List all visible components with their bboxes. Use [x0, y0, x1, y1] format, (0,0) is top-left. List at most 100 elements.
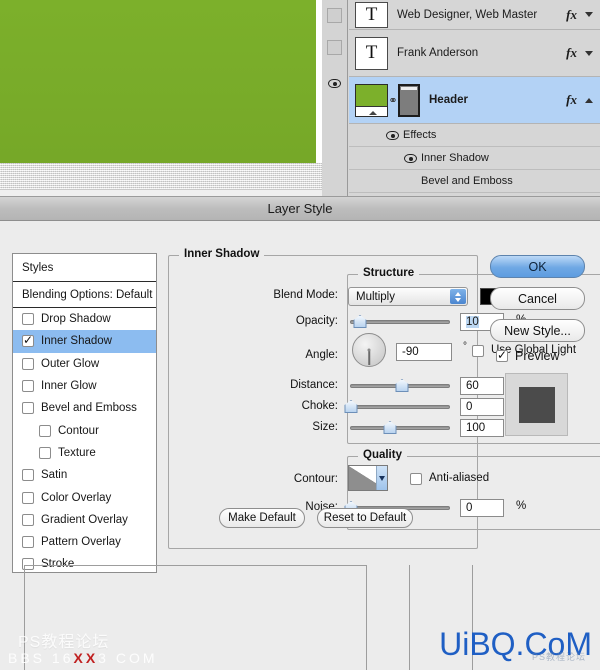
effects-group-label: Effects: [403, 129, 437, 141]
blending-options-item[interactable]: Blending Options: Default: [13, 282, 156, 308]
style-label: Outer Glow: [41, 357, 100, 370]
styles-list-header[interactable]: Styles: [13, 254, 156, 282]
size-slider-thumb[interactable]: [383, 421, 397, 434]
list-item[interactable]: Bevel and Emboss: [349, 170, 600, 193]
chevron-down-icon[interactable]: [585, 12, 593, 17]
choke-slider-track: [350, 405, 450, 409]
style-item-pattern-overlay[interactable]: Pattern Overlay: [13, 531, 156, 553]
style-item-inner-glow[interactable]: Inner Glow: [13, 375, 156, 397]
checkbox-color-overlay[interactable]: [22, 491, 34, 504]
fx-icon[interactable]: fx: [566, 92, 577, 108]
opacity-label-wrap: Opacity:: [238, 315, 338, 327]
distance-label-wrap: Distance:: [238, 379, 338, 391]
effects-group-row[interactable]: Effects: [349, 124, 600, 147]
visibility-toggle-row2[interactable]: [327, 40, 342, 55]
checkbox-bevel-and-emboss[interactable]: [22, 402, 34, 415]
blend-mode-select[interactable]: Multiply: [348, 287, 468, 306]
noise-input[interactable]: 0: [460, 499, 504, 517]
style-item-contour[interactable]: Contour: [13, 419, 156, 441]
effects-visibility-toggle[interactable]: [381, 130, 403, 140]
link-icon[interactable]: ⚭: [388, 94, 398, 107]
choke-slider[interactable]: [344, 400, 450, 414]
choke-slider-thumb[interactable]: [344, 400, 358, 413]
text-layer-thumbnail: T: [355, 36, 388, 70]
layers-panel[interactable]: T Web Designer, Web Master fx T Frank An…: [322, 0, 600, 196]
style-item-inner-shadow[interactable]: Inner Shadow: [13, 330, 156, 353]
checkbox-outer-glow[interactable]: [22, 357, 34, 370]
stepper-arrows-icon[interactable]: [450, 289, 466, 304]
angle-unit: °: [463, 341, 467, 352]
style-label: Contour: [58, 424, 99, 437]
eye-icon: [385, 130, 399, 140]
contour-dropdown-arrow[interactable]: [376, 466, 387, 490]
table-row[interactable]: T Frank Anderson fx: [349, 30, 600, 77]
opacity-value: 10: [466, 316, 479, 328]
checkbox-contour[interactable]: [39, 424, 51, 437]
checkbox-preview[interactable]: [496, 348, 508, 362]
new-style-label: New Style...: [504, 323, 571, 338]
cancel-button[interactable]: Cancel: [490, 287, 585, 310]
distance-slider[interactable]: [350, 379, 450, 393]
effect-visibility-toggle[interactable]: [399, 153, 421, 163]
make-default-label: Make Default: [228, 512, 296, 524]
layer-name-label: Header: [429, 94, 468, 106]
chevron-up-icon[interactable]: [585, 97, 593, 103]
styles-list[interactable]: Styles Blending Options: Default Drop Sh…: [12, 253, 157, 573]
size-input[interactable]: 100: [460, 419, 504, 437]
checkbox-inner-shadow[interactable]: [22, 333, 34, 348]
table-row-selected[interactable]: ⚭ Header fx: [349, 77, 600, 124]
reset-to-default-button[interactable]: Reset to Default: [317, 508, 413, 528]
preview-shape: [518, 386, 555, 423]
size-slider[interactable]: [350, 421, 450, 435]
checkbox-use-global-light[interactable]: [472, 345, 484, 357]
style-item-gradient-overlay[interactable]: Gradient Overlay: [13, 509, 156, 531]
table-row[interactable]: T Web Designer, Web Master fx: [349, 0, 600, 30]
blending-options-label: Blending Options: Default: [22, 288, 153, 301]
checkbox-drop-shadow[interactable]: [22, 313, 34, 326]
choke-value: 0: [466, 401, 473, 413]
ok-button[interactable]: OK: [490, 255, 585, 278]
angle-dial[interactable]: [352, 333, 386, 367]
distance-input[interactable]: 60: [460, 377, 504, 395]
inner-shadow-section: Inner Shadow Structure Blend Mode: Multi…: [168, 248, 600, 549]
visibility-toggle-row1[interactable]: [327, 8, 342, 23]
style-item-bevel-and-emboss[interactable]: Bevel and Emboss: [13, 397, 156, 419]
contour-label: Contour:: [293, 473, 338, 485]
style-item-satin[interactable]: Satin: [13, 464, 156, 486]
visibility-toggle-row3[interactable]: [328, 76, 342, 90]
preview-toggle[interactable]: Preview: [496, 348, 559, 363]
angle-input[interactable]: -90: [396, 343, 452, 361]
checkbox-satin[interactable]: [22, 469, 34, 482]
fx-icon[interactable]: fx: [566, 7, 577, 23]
checkbox-pattern-overlay[interactable]: [22, 536, 34, 549]
style-label: Drop Shadow: [41, 313, 111, 326]
opacity-slider-thumb[interactable]: [353, 315, 367, 328]
style-item-outer-glow[interactable]: Outer Glow: [13, 353, 156, 375]
contour-preset-swatch[interactable]: [348, 465, 388, 491]
checkbox-inner-glow[interactable]: [22, 380, 34, 393]
style-item-color-overlay[interactable]: Color Overlay: [13, 486, 156, 508]
structure-legend: Structure: [358, 267, 420, 279]
distance-slider-thumb[interactable]: [395, 379, 409, 392]
dialog-titlebar[interactable]: Layer Style: [0, 197, 600, 221]
document-canvas[interactable]: [0, 0, 322, 196]
fx-icon[interactable]: fx: [566, 45, 577, 61]
layer-name-label: Web Designer, Web Master: [397, 8, 538, 21]
checkbox-gradient-overlay[interactable]: [22, 513, 34, 526]
opacity-slider[interactable]: [350, 315, 450, 329]
chevron-down-icon[interactable]: [585, 50, 593, 56]
size-slider-track: [350, 426, 450, 430]
style-item-texture[interactable]: Texture: [13, 442, 156, 464]
new-style-button[interactable]: New Style...: [490, 319, 585, 342]
checkbox-anti-aliased[interactable]: [410, 473, 422, 485]
canvas-lower-band: [0, 189, 322, 196]
list-item[interactable]: Inner Shadow: [349, 147, 600, 170]
angle-label: Angle:: [305, 349, 338, 361]
inner-shadow-legend: Inner Shadow: [179, 248, 265, 260]
visibility-column: [322, 0, 348, 196]
choke-input[interactable]: 0: [460, 398, 504, 416]
style-item-drop-shadow[interactable]: Drop Shadow: [13, 308, 156, 330]
noise-value: 0: [466, 502, 473, 514]
make-default-button[interactable]: Make Default: [219, 508, 305, 528]
checkbox-texture[interactable]: [39, 446, 51, 459]
